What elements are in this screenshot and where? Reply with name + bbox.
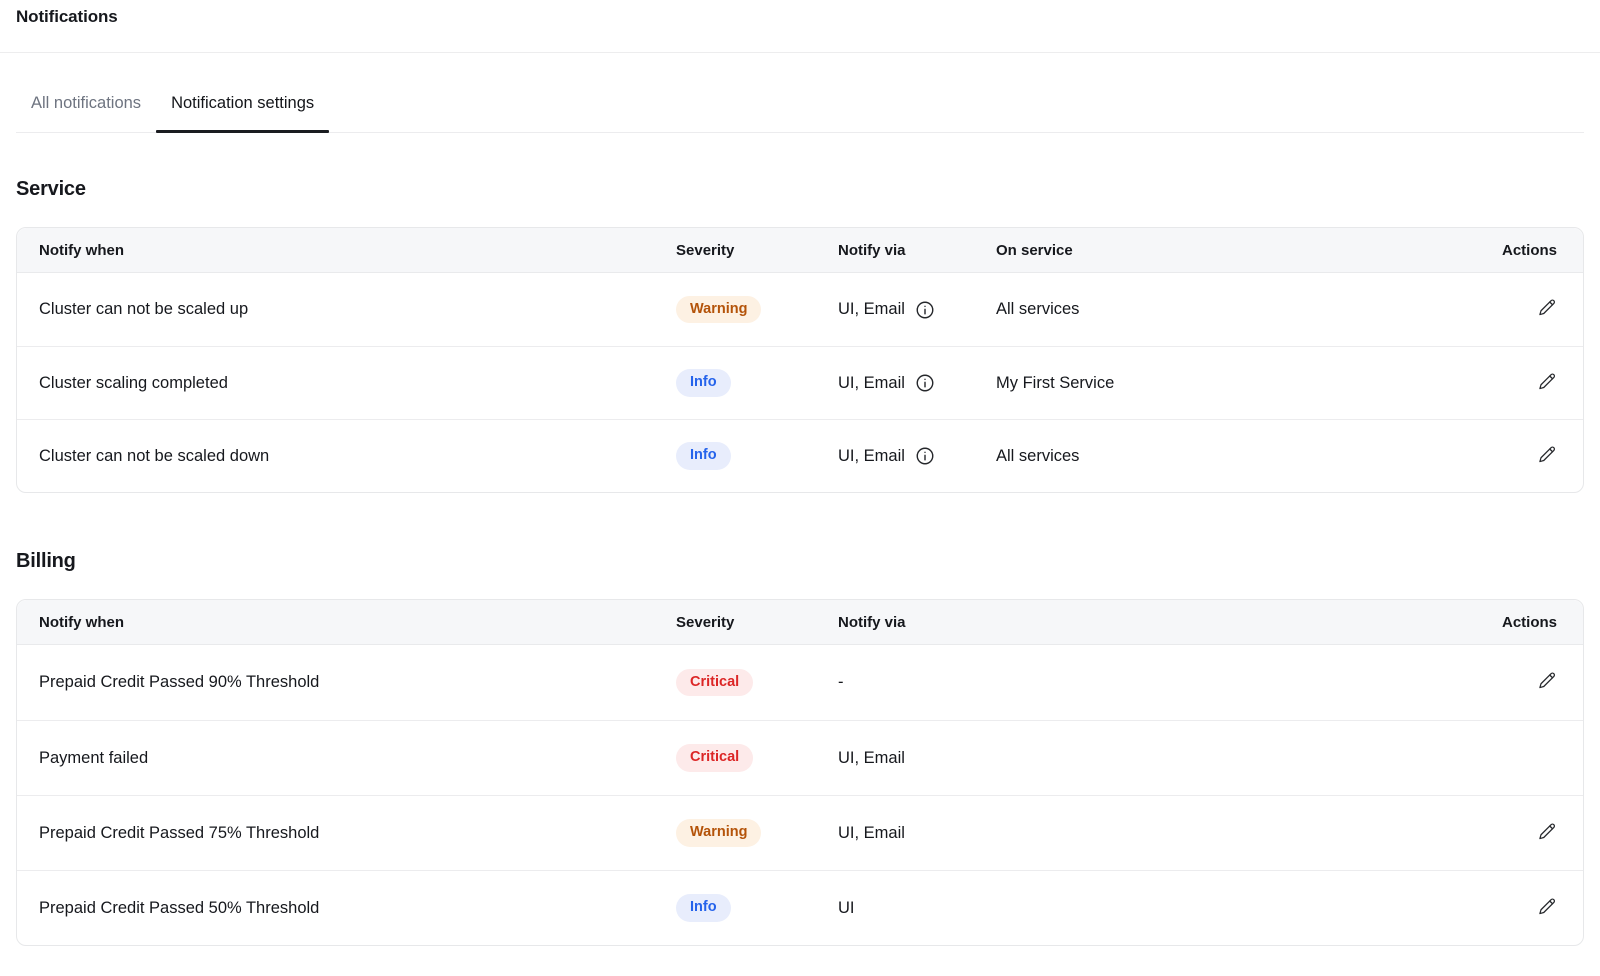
table-row: Prepaid Credit Passed 90% Threshold Criti… — [17, 645, 1583, 720]
column-header-on-service: On service — [974, 228, 1427, 273]
on-service-cell: My First Service — [974, 346, 1427, 419]
column-header-severity: Severity — [654, 600, 816, 645]
billing-notifications-table: Notify whenSeverityNotify viaActionsPrep… — [16, 599, 1584, 946]
edit-pencil-button[interactable] — [1535, 296, 1559, 320]
edit-pencil-button[interactable] — [1535, 820, 1559, 844]
severity-cell: Info — [654, 870, 816, 945]
column-header-severity: Severity — [654, 228, 816, 273]
notify-via-cell: UI, Email — [816, 419, 974, 492]
notify-when-cell: Prepaid Credit Passed 90% Threshold — [17, 645, 654, 720]
table-header-row: Notify whenSeverityNotify viaOn serviceA… — [17, 228, 1583, 273]
notify-when-cell: Cluster can not be scaled up — [17, 273, 654, 346]
section-title-billing: Billing — [0, 550, 1600, 573]
edit-pencil-button[interactable] — [1535, 669, 1559, 693]
severity-cell: Info — [654, 419, 816, 492]
notify-when-cell: Prepaid Credit Passed 75% Threshold — [17, 795, 654, 870]
table-row: Cluster can not be scaled up Warning UI, E… — [17, 273, 1583, 346]
notify-via-cell: UI, Email — [816, 795, 1463, 870]
actions-cell — [1463, 645, 1583, 720]
severity-badge-info: Info — [676, 894, 731, 922]
table-header-row: Notify whenSeverityNotify viaActions — [17, 600, 1583, 645]
notify-when-cell: Prepaid Credit Passed 50% Threshold — [17, 870, 654, 945]
section-title-service: Service — [0, 178, 1600, 201]
actions-cell — [1463, 795, 1583, 870]
service-notifications-table: Notify whenSeverityNotify viaOn serviceA… — [16, 227, 1584, 493]
actions-cell — [1427, 273, 1583, 346]
actions-cell — [1463, 870, 1583, 945]
notify-via-cell: UI, Email — [816, 720, 1463, 795]
table-row: Prepaid Credit Passed 50% Threshold Info U… — [17, 870, 1583, 945]
severity-cell: Critical — [654, 720, 816, 795]
notify-via-text: UI, Email — [838, 374, 905, 393]
notify-via-cell: UI, Email — [816, 273, 974, 346]
severity-badge-warning: Warning — [676, 819, 761, 847]
header-divider — [0, 52, 1600, 53]
severity-cell: Critical — [654, 645, 816, 720]
column-header-notify-when: Notify when — [17, 600, 654, 645]
notify-via-text: UI, Email — [838, 300, 905, 319]
notify-via-cell: - — [816, 645, 1463, 720]
notify-via-text: UI, Email — [838, 447, 905, 466]
severity-badge-info: Info — [676, 369, 731, 397]
notify-when-cell: Cluster scaling completed — [17, 346, 654, 419]
on-service-cell: All services — [974, 273, 1427, 346]
severity-cell: Warning — [654, 273, 816, 346]
actions-cell — [1427, 346, 1583, 419]
edit-pencil-button[interactable] — [1535, 370, 1559, 394]
tab-all-notifications[interactable]: All notifications — [16, 94, 156, 132]
severity-cell: Warning — [654, 795, 816, 870]
severity-badge-critical: Critical — [676, 744, 753, 772]
edit-pencil-button[interactable] — [1535, 895, 1559, 919]
notify-when-cell: Payment failed — [17, 720, 654, 795]
info-icon[interactable] — [915, 446, 935, 466]
table-row: Cluster scaling completed Info UI, Email My… — [17, 346, 1583, 419]
notify-when-cell: Cluster can not be scaled down — [17, 419, 654, 492]
info-icon[interactable] — [915, 300, 935, 320]
notifications-tab-bar: All notifications Notification settings — [16, 94, 1584, 133]
edit-pencil-button[interactable] — [1535, 443, 1559, 467]
column-header-actions: Actions — [1463, 600, 1583, 645]
on-service-cell: All services — [974, 419, 1427, 492]
column-header-notify-via: Notify via — [816, 600, 1463, 645]
column-header-actions: Actions — [1427, 228, 1583, 273]
severity-cell: Info — [654, 346, 816, 419]
info-icon[interactable] — [915, 373, 935, 393]
notify-via-cell: UI — [816, 870, 1463, 945]
notify-via-cell: UI, Email — [816, 346, 974, 419]
table-row: Prepaid Credit Passed 75% Threshold Warni… — [17, 795, 1583, 870]
column-header-notify-via: Notify via — [816, 228, 974, 273]
page-title: Notifications — [0, 0, 1600, 27]
empty-actions-cell — [1463, 720, 1583, 795]
tab-notification-settings[interactable]: Notification settings — [156, 94, 329, 132]
severity-badge-warning: Warning — [676, 296, 761, 324]
table-row: Payment failed Critical UI, Email — [17, 720, 1583, 795]
table-row: Cluster can not be scaled down Info UI, Em… — [17, 419, 1583, 492]
column-header-notify-when: Notify when — [17, 228, 654, 273]
severity-badge-critical: Critical — [676, 669, 753, 697]
actions-cell — [1427, 419, 1583, 492]
severity-badge-info: Info — [676, 442, 731, 470]
